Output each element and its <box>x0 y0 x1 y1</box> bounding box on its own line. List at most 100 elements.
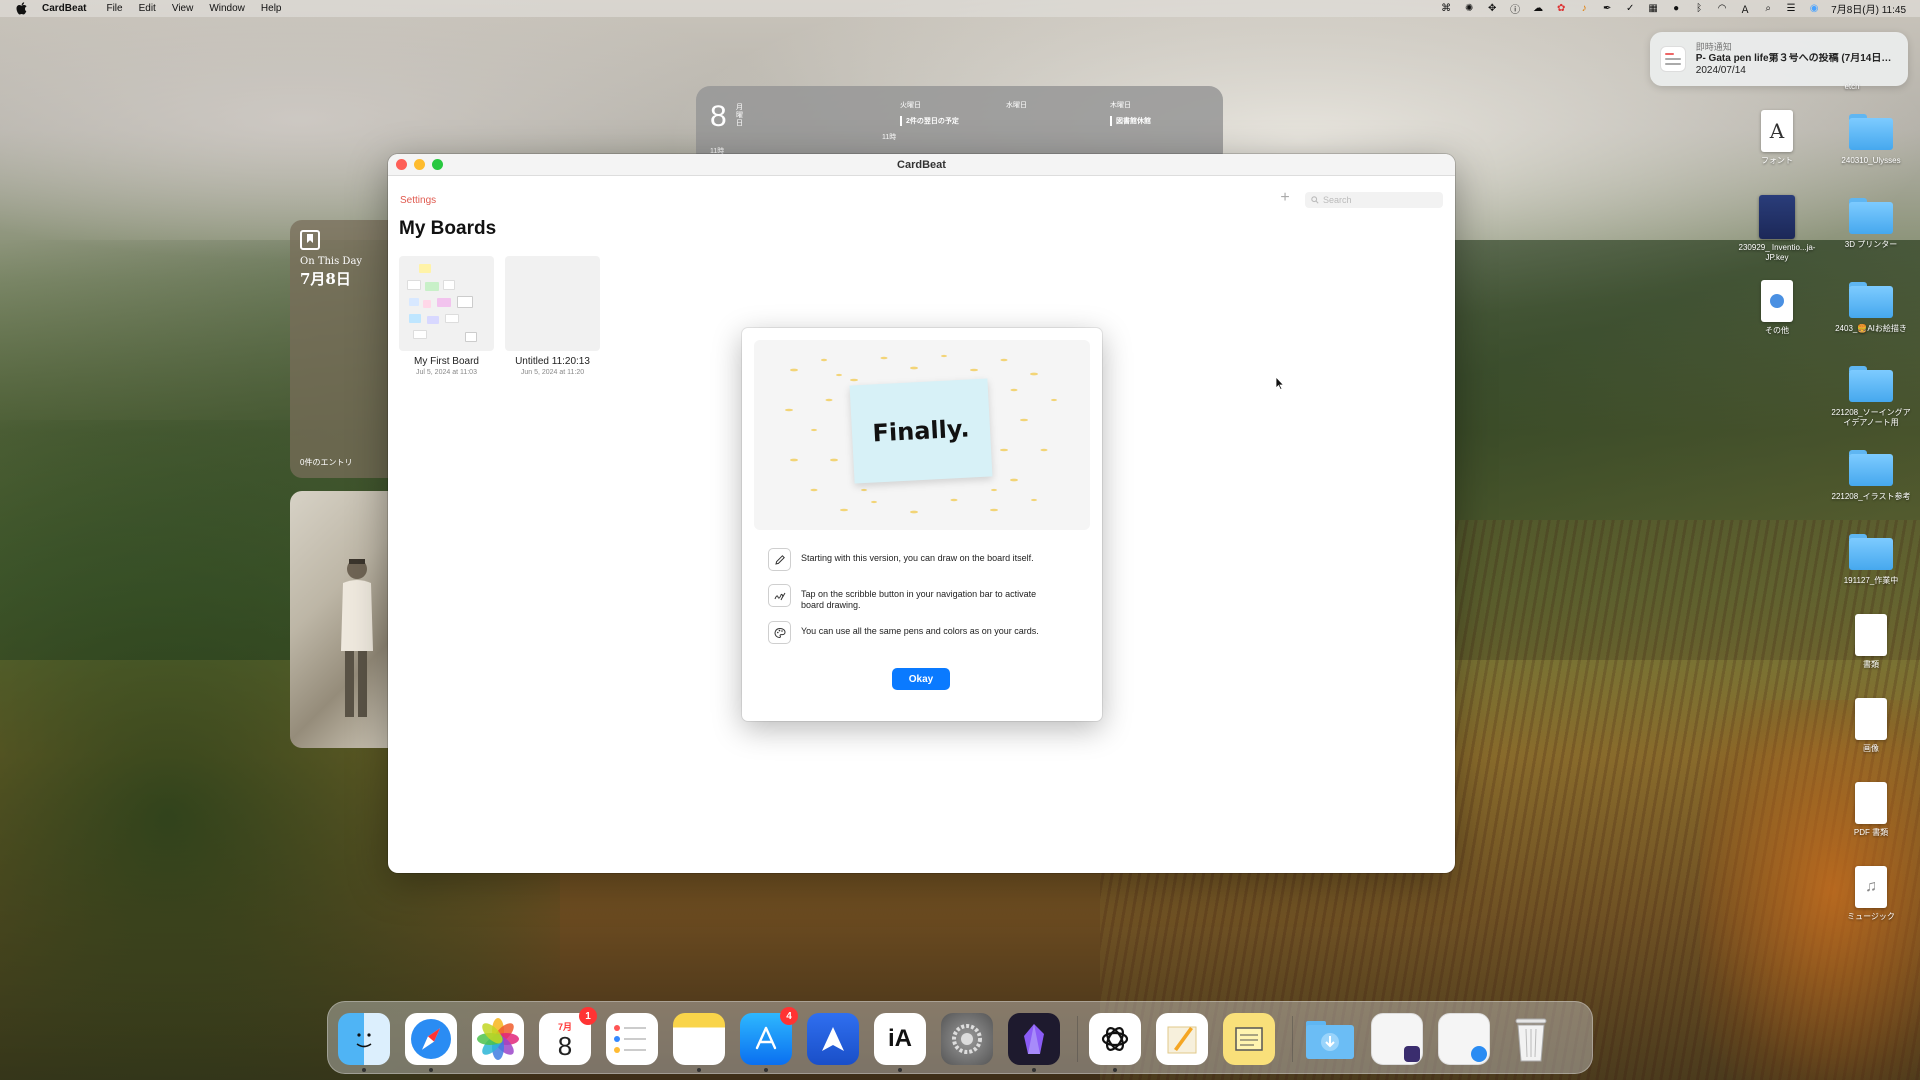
on-this-day-widget[interactable]: On This Day 7月8日 0件のエントリ <box>290 220 390 478</box>
desktop-icon-other[interactable]: その他 <box>1737 280 1817 336</box>
apple-menu-icon[interactable] <box>14 2 28 16</box>
pdf-file-icon <box>1855 782 1887 824</box>
search-field[interactable]: Search <box>1305 192 1443 208</box>
desktop-icon-label: etch <box>1844 82 1860 91</box>
system-settings-icon[interactable] <box>941 1013 993 1065</box>
search-icon[interactable]: ⌕ <box>1762 3 1774 14</box>
folder-icon <box>1847 532 1895 572</box>
sync-icon[interactable]: ✥ <box>1486 3 1498 14</box>
calendar-event: 図書館休館 <box>1110 116 1151 126</box>
check-icon[interactable]: ✓ <box>1624 3 1636 14</box>
dock-separator <box>1077 1016 1078 1062</box>
calendar-time: 11時 <box>882 134 897 141</box>
ia-writer-icon[interactable]: iA <box>874 1013 926 1072</box>
feature-text: Starting with this version, you can draw… <box>801 553 1034 563</box>
chatgpt-icon[interactable] <box>1089 1013 1141 1072</box>
bell-icon[interactable]: ♪ <box>1578 3 1590 14</box>
desktop-icon-pdf[interactable]: PDF 書類 <box>1831 782 1911 838</box>
app-store-icon[interactable]: 4 <box>740 1007 798 1072</box>
menu-app-name[interactable]: CardBeat <box>42 3 86 14</box>
desktop-icon-label: その他 <box>1765 326 1789 335</box>
board-card[interactable]: Untitled 11:20:13 Jun 5, 2024 at 11:20 <box>505 256 600 376</box>
menu-edit[interactable]: Edit <box>139 3 156 14</box>
info-icon[interactable]: ⓘ <box>1509 3 1521 16</box>
menu-view[interactable]: View <box>172 3 194 14</box>
feature-row: Starting with this version, you can draw… <box>768 548 1061 571</box>
add-board-button[interactable]: + <box>1277 190 1293 206</box>
input-icon[interactable]: Ａ <box>1739 3 1751 16</box>
pen-icon[interactable]: ✒ <box>1601 3 1613 14</box>
desktop-icon-keynote[interactable]: 230929_ Inventio...ja-JP.key <box>1737 195 1817 263</box>
safari-icon[interactable] <box>405 1013 457 1072</box>
photos-icon[interactable] <box>472 1013 524 1065</box>
desktop-icon-partial[interactable]: etch <box>1812 82 1892 92</box>
desktop-icon-label: 240310_Ulysses <box>1841 156 1901 165</box>
feature-row: You can use all the same pens and colors… <box>768 621 1061 644</box>
desktop-icon-folder[interactable]: 221208_ソーイングアイデアノート用 <box>1831 364 1911 428</box>
desktop-icon-label: 書類 <box>1863 660 1879 669</box>
downloads-folder-icon[interactable] <box>1304 1013 1356 1065</box>
document-icon <box>1855 614 1887 656</box>
pencil-icon <box>768 548 791 571</box>
calendar-day: 8 <box>557 1030 573 1061</box>
menu-file[interactable]: File <box>106 3 122 14</box>
reminders-icon[interactable] <box>606 1013 658 1065</box>
music-file-icon: ♫ <box>1855 866 1887 908</box>
desktop-icon-fonts[interactable]: A フォント <box>1737 110 1817 166</box>
board-thumbnail[interactable] <box>399 256 494 351</box>
person-icon[interactable]: ● <box>1670 3 1682 14</box>
gift-icon[interactable]: ✿ <box>1555 3 1567 14</box>
desktop-icon-label: 191127_作業中 <box>1843 576 1899 585</box>
window-titlebar[interactable]: CardBeat <box>388 154 1455 176</box>
openai-icon[interactable]: ✺ <box>1463 3 1475 14</box>
pages-icon[interactable] <box>1156 1013 1208 1065</box>
folder-icon <box>1847 196 1895 236</box>
desktop-icon-folder[interactable]: 221208_イラスト参考 <box>1831 448 1911 502</box>
cloud-icon[interactable]: ☁ <box>1532 3 1544 14</box>
notification-date: 2024/07/14 <box>1695 65 1746 76</box>
feature-text: Tap on the scribble button in your navig… <box>801 589 1037 610</box>
reminders-app-icon <box>1660 46 1686 72</box>
window-title: CardBeat <box>897 158 946 171</box>
siri-icon[interactable]: ◉ <box>1808 3 1820 14</box>
calendar-badge: 1 <box>579 1007 597 1025</box>
bluetooth-icon[interactable]: ᛒ <box>1693 3 1705 14</box>
desktop-icon-label: ミュージック <box>1847 912 1895 921</box>
desktop-icon-images[interactable]: 画像 <box>1831 698 1911 754</box>
desktop-icon-folder[interactable]: 3D プリンター <box>1831 196 1911 250</box>
calendar-col-header: 木曜日 <box>1110 102 1131 109</box>
notification-banner[interactable]: 即時通知 P- Gata pen life第３号への投稿 (7月14日… 202… <box>1650 32 1908 86</box>
desktop-icon-label: 221208_ソーイングアイデアノート用 <box>1831 408 1911 427</box>
on-this-day-label: On This Day <box>300 256 363 267</box>
stickies-icon[interactable] <box>1223 1013 1275 1065</box>
settings-button[interactable]: Settings <box>400 195 436 206</box>
control-center-icon[interactable]: ☰ <box>1785 3 1797 14</box>
recent-document-icon[interactable] <box>1371 1013 1423 1065</box>
lasso-icon[interactable]: ⌘ <box>1440 3 1452 14</box>
menu-window[interactable]: Window <box>209 3 245 14</box>
trash-icon[interactable] <box>1505 1013 1557 1065</box>
desktop-icon-folder[interactable]: 191127_作業中 <box>1831 532 1911 586</box>
finder-icon[interactable] <box>338 1013 390 1072</box>
desktop-icon-folder[interactable]: 2403_🍔AIお絵描き <box>1831 280 1911 334</box>
obsidian-icon[interactable] <box>1008 1013 1060 1072</box>
recent-document-icon[interactable] <box>1438 1013 1490 1065</box>
grid-icon[interactable]: ▦ <box>1647 3 1659 14</box>
menu-help[interactable]: Help <box>261 3 282 14</box>
hero-illustration: Finally. <box>754 340 1090 530</box>
keynote-file-icon <box>1759 195 1795 239</box>
desktop-icon-documents[interactable]: 書類 <box>1831 614 1911 670</box>
desktop-icon-folder[interactable]: 240310_Ulysses <box>1831 112 1911 166</box>
folder-icon <box>1847 112 1895 152</box>
folder-icon <box>1847 448 1895 488</box>
photo-widget[interactable] <box>290 491 390 748</box>
desktop-icon-music[interactable]: ♫ ミュージック <box>1831 866 1911 922</box>
calendar-icon[interactable]: 7月 8 1 <box>539 1007 597 1065</box>
board-thumbnail[interactable] <box>505 256 600 351</box>
board-card[interactable]: My First Board Jul 5, 2024 at 11:03 <box>399 256 494 376</box>
menu-clock[interactable]: 7月8日(月) 11:45 <box>1831 1 1906 16</box>
notes-icon[interactable] <box>673 1013 725 1072</box>
okay-button[interactable]: Okay <box>892 668 950 690</box>
spark-mail-icon[interactable] <box>807 1013 859 1065</box>
wifi-icon[interactable]: ◠ <box>1716 3 1728 14</box>
